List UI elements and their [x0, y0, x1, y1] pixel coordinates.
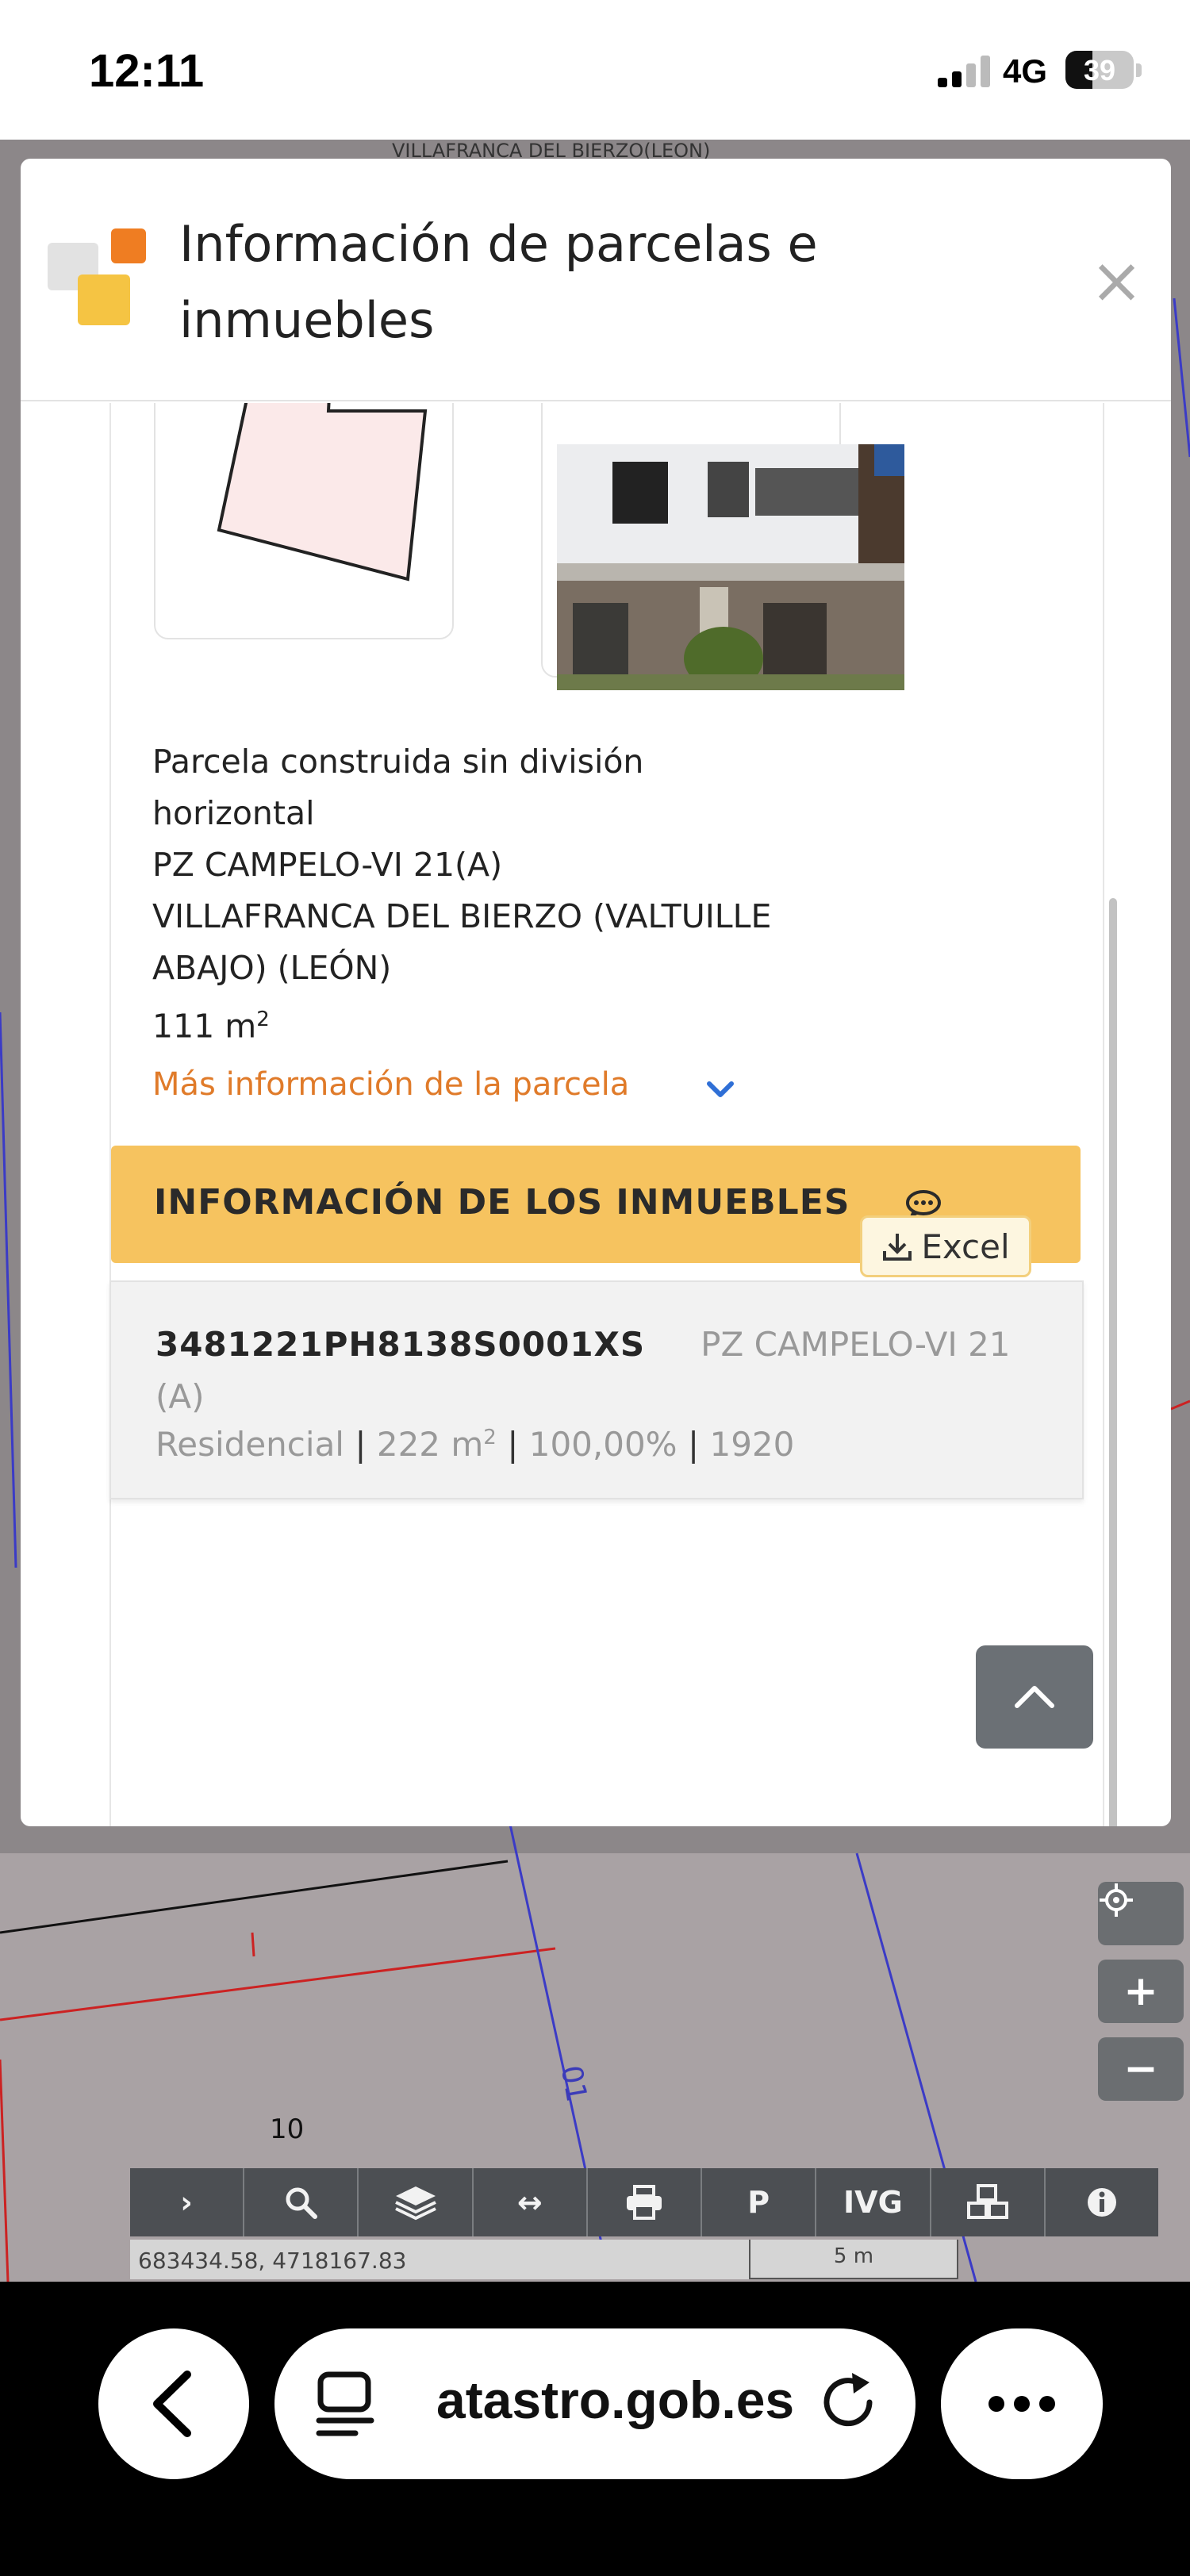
toolbar-ivg-button[interactable]: IVG [816, 2168, 931, 2236]
locate-button[interactable] [1098, 1882, 1184, 1945]
parcel-plan-image[interactable] [154, 403, 454, 639]
dialog-title: Información de parcelas e inmuebles [179, 215, 818, 349]
parcel-shape [217, 403, 428, 582]
map-toolbar: › ↔ P IVG [130, 2168, 1158, 2236]
battery-icon: 39 [1065, 51, 1134, 89]
blocks-icon [966, 2184, 1008, 2219]
map-line-label: 01 [554, 2063, 593, 2105]
excel-export-button[interactable]: Excel [860, 1215, 1031, 1277]
parcel-info-dialog: Información de parcelas e inmuebles × Pa… [21, 159, 1171, 1826]
reader-icon[interactable] [316, 2370, 379, 2441]
scale-bar: 5 m [749, 2240, 958, 2279]
dialog-header: Información de parcelas e inmuebles × [21, 159, 1171, 401]
print-icon [626, 2185, 662, 2220]
battery-tip [1136, 63, 1142, 77]
more-options-button[interactable] [941, 2328, 1103, 2479]
parcel-municipality-cont: ABAJO) (LEÓN) [152, 949, 392, 987]
more-parcel-info-link[interactable]: Más información de la parcela [152, 1066, 629, 1103]
inmuebles-heading: INFORMACIÓN DE LOS INMUEBLES [154, 1182, 850, 1223]
layers-icon [394, 2186, 436, 2221]
toolbar-search-button[interactable] [244, 2168, 359, 2236]
inmueble-area-exp: 2 [483, 1426, 497, 1449]
cadastral-reference: 3481221PH8138S0001XS [155, 1325, 646, 1364]
status-bar: 12:11 4G 39 [0, 0, 1190, 140]
inmueble-area: 222 m [376, 1425, 484, 1464]
download-icon [883, 1234, 912, 1261]
network-type: 4G [1003, 52, 1048, 90]
map-parcel-number: 10 [270, 2113, 305, 2145]
toolbar-measure-button[interactable]: ↔ [474, 2168, 588, 2236]
signal-icon [938, 56, 993, 87]
inmueble-share: 100,00% [528, 1425, 678, 1464]
coordinates-readout: 683434.58, 4718167.83 [130, 2240, 749, 2279]
parcel-area-value: 111 m [152, 1007, 257, 1046]
inmueble-row[interactable]: 3481221PH8138S0001XS PZ CAMPELO-VI 21 (A)… [109, 1280, 1084, 1499]
search-icon [286, 2187, 318, 2219]
parcel-address: PZ CAMPELO-VI 21(A) [152, 846, 503, 884]
browser-bar: atastro.gob.es [0, 2282, 1190, 2576]
url-text: atastro.gob.es [436, 2371, 795, 2429]
toolbar-parking-button[interactable]: P [702, 2168, 817, 2236]
toolbar-blocks-button[interactable] [931, 2168, 1046, 2236]
address-bar[interactable]: atastro.gob.es [274, 2328, 916, 2479]
toolbar-layers-button[interactable] [359, 2168, 474, 2236]
dialog-body[interactable]: Parcela construida sin división horizont… [21, 403, 1171, 1826]
inmueble-reference-line: 3481221PH8138S0001XS PZ CAMPELO-VI 21 (A) [155, 1319, 1044, 1423]
parcel-details: Parcela construida sin división horizont… [152, 736, 946, 1053]
chevron-up-icon [1015, 1686, 1054, 1708]
toolbar-info-button[interactable] [1046, 2168, 1158, 2236]
dialog-scrollbar[interactable] [1109, 898, 1117, 1826]
excel-label: Excel [921, 1227, 1010, 1266]
parcel-municipality: VILLAFRANCA DEL BIERZO (VALTUILLE [152, 897, 772, 935]
parcel-type: Parcela construida sin división [152, 743, 644, 781]
info-icon [1087, 2188, 1116, 2217]
zoom-out-button[interactable]: − [1098, 2037, 1184, 2101]
close-icon[interactable]: × [1090, 249, 1143, 313]
ellipsis-icon [988, 2396, 1055, 2412]
zoom-in-button[interactable]: + [1098, 1960, 1184, 2023]
parcel-area-unit-exp: 2 [256, 1008, 270, 1031]
parcel-type-cont: horizontal [152, 794, 315, 832]
status-time: 12:11 [89, 45, 205, 97]
chevron-down-icon[interactable] [704, 1077, 736, 1101]
back-button[interactable] [98, 2328, 249, 2479]
toolbar-expand-button[interactable]: › [130, 2168, 245, 2236]
parcel-area: 111 m2 [152, 994, 946, 1053]
toolbar-print-button[interactable] [588, 2168, 703, 2236]
scroll-to-top-button[interactable] [976, 1645, 1093, 1749]
inmueble-use: Residencial [155, 1425, 344, 1464]
battery-level: 39 [1083, 54, 1116, 86]
inmueble-year: 1920 [709, 1425, 795, 1464]
reload-icon[interactable] [814, 2367, 885, 2438]
catastro-logo [48, 228, 148, 328]
locate-icon [1100, 1883, 1133, 1917]
inmueble-details: Residencial | 222 m2 | 100,00% | 1920 [155, 1425, 795, 1464]
chevron-left-icon [153, 2371, 191, 2437]
facade-photo[interactable] [557, 444, 904, 690]
